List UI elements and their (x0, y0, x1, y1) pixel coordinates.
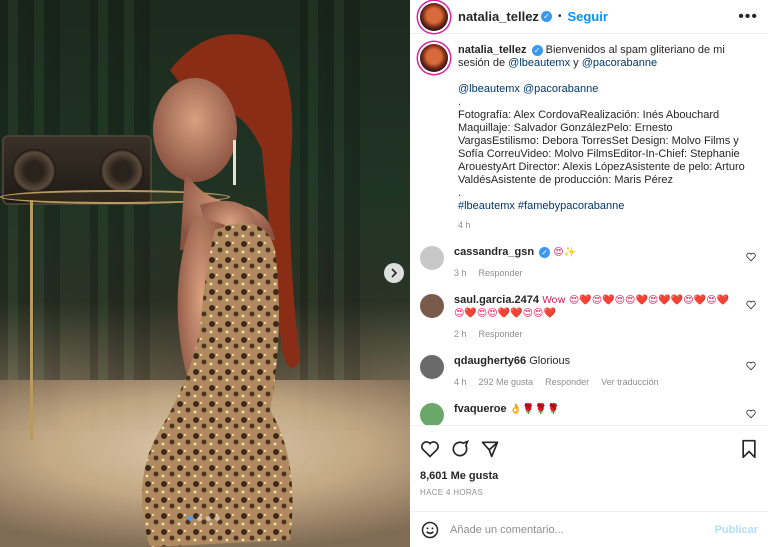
comment-time: 2 h (454, 329, 467, 339)
author-avatar[interactable] (420, 44, 448, 72)
comment-item: qdaugherty66 Glorious 4 h 292 Me gusta R… (420, 355, 756, 389)
comment-composer: Publicar (410, 511, 768, 547)
comment-bubble-icon[interactable] (450, 439, 470, 459)
caption-dot: . (458, 96, 462, 108)
see-translation-button[interactable]: Ver traducción (601, 376, 659, 389)
more-options-icon[interactable]: ••• (738, 8, 758, 26)
mention-line[interactable]: @lbeautemx @pacorabanne (458, 83, 756, 96)
carousel-next-button[interactable] (384, 263, 404, 283)
commenter-username[interactable]: saul.garcia.2474 (454, 294, 539, 306)
chevron-right-icon (391, 268, 398, 278)
caption-text: natalia_tellez ✓ Bienvenidos al spam gli… (458, 44, 756, 232)
commenter-avatar[interactable] (420, 294, 444, 318)
caption-dot: . (458, 187, 462, 199)
post-side-panel: natalia_tellez ✓ • Seguir ••• natalia_te… (410, 0, 768, 547)
commenter-username[interactable]: qdaugherty66 (454, 355, 526, 367)
like-heart-icon[interactable] (420, 439, 440, 459)
like-comment-heart-icon[interactable] (746, 361, 756, 371)
comment-time: 3 h (454, 268, 467, 278)
carousel-dot (206, 516, 211, 521)
carousel-dot (197, 516, 202, 521)
verified-badge-icon: ✓ (539, 246, 551, 258)
commenter-avatar[interactable] (420, 403, 444, 425)
commenter-avatar[interactable] (420, 246, 444, 270)
author-username[interactable]: natalia_tellez (458, 9, 539, 24)
caption: natalia_tellez ✓ Bienvenidos al spam gli… (420, 44, 756, 232)
carousel-dot (215, 516, 220, 521)
comment-text: Glorious (529, 355, 571, 367)
carousel-indicator (188, 516, 220, 521)
post-header: natalia_tellez ✓ • Seguir ••• (410, 0, 768, 34)
share-send-icon[interactable] (480, 439, 500, 459)
emoji-smiley-icon[interactable] (420, 520, 440, 540)
caption-connector: y (573, 57, 579, 69)
save-bookmark-icon[interactable] (740, 439, 758, 459)
follow-button[interactable]: Seguir (567, 9, 607, 24)
publish-button[interactable]: Publicar (715, 524, 758, 536)
comment-item: cassandra_gsn ✓ 😍✨ 3 h Responder (420, 246, 756, 280)
commenter-username[interactable]: cassandra_gsn (454, 246, 534, 258)
reply-button[interactable]: Responder (479, 328, 523, 341)
comment-likes[interactable]: 292 Me gusta (479, 376, 534, 389)
commenter-avatar[interactable] (420, 355, 444, 379)
caption-credits: Fotografía: Alex CordovaRealización: Iné… (458, 109, 745, 186)
like-comment-heart-icon[interactable] (746, 409, 756, 419)
woman-in-sequin-dress (142, 34, 300, 547)
reply-button[interactable]: Responder (479, 267, 523, 280)
comment-item: fvaqueroe 👌🌹🌹🌹 (420, 403, 756, 425)
carousel-dot-active (188, 516, 193, 521)
post-actions: 8,601 Me gusta HACE 4 HORAS (410, 425, 768, 497)
mention-link[interactable]: @pacorabanne (582, 57, 657, 69)
comment-input[interactable] (450, 523, 715, 536)
commenter-username[interactable]: fvaqueroe (454, 403, 507, 415)
comment-text: 😍✨ (553, 247, 577, 258)
mention-link[interactable]: @lbeautemx (508, 57, 570, 69)
caption-username[interactable]: natalia_tellez (458, 44, 526, 56)
caption-timestamp: 4 h (458, 220, 471, 230)
instagram-post-view: natalia_tellez ✓ • Seguir ••• natalia_te… (0, 0, 768, 547)
verified-badge-icon: ✓ (540, 11, 552, 22)
like-comment-heart-icon[interactable] (746, 252, 756, 262)
author-avatar[interactable] (420, 2, 448, 31)
post-age: HACE 4 HORAS (420, 488, 484, 497)
like-count[interactable]: 8,601 Me gusta (420, 470, 758, 482)
reply-button[interactable]: Responder (545, 376, 589, 389)
verified-badge-icon: ✓ (531, 44, 543, 56)
comments-scroll-area[interactable]: natalia_tellez ✓ Bienvenidos al spam gli… (410, 34, 768, 425)
hashtag-line[interactable]: #lbeautemx #famebypacorabanne (458, 200, 756, 213)
post-photo[interactable] (0, 0, 410, 547)
like-comment-heart-icon[interactable] (746, 300, 756, 310)
comment-item: saul.garcia.2474 Wow 😍❤️😍❤️😍😍❤️😍❤️❤️😍❤️😍… (420, 294, 756, 341)
comment-time: 4 h (454, 377, 467, 387)
comment-text: 👌🌹🌹🌹 (509, 404, 560, 415)
